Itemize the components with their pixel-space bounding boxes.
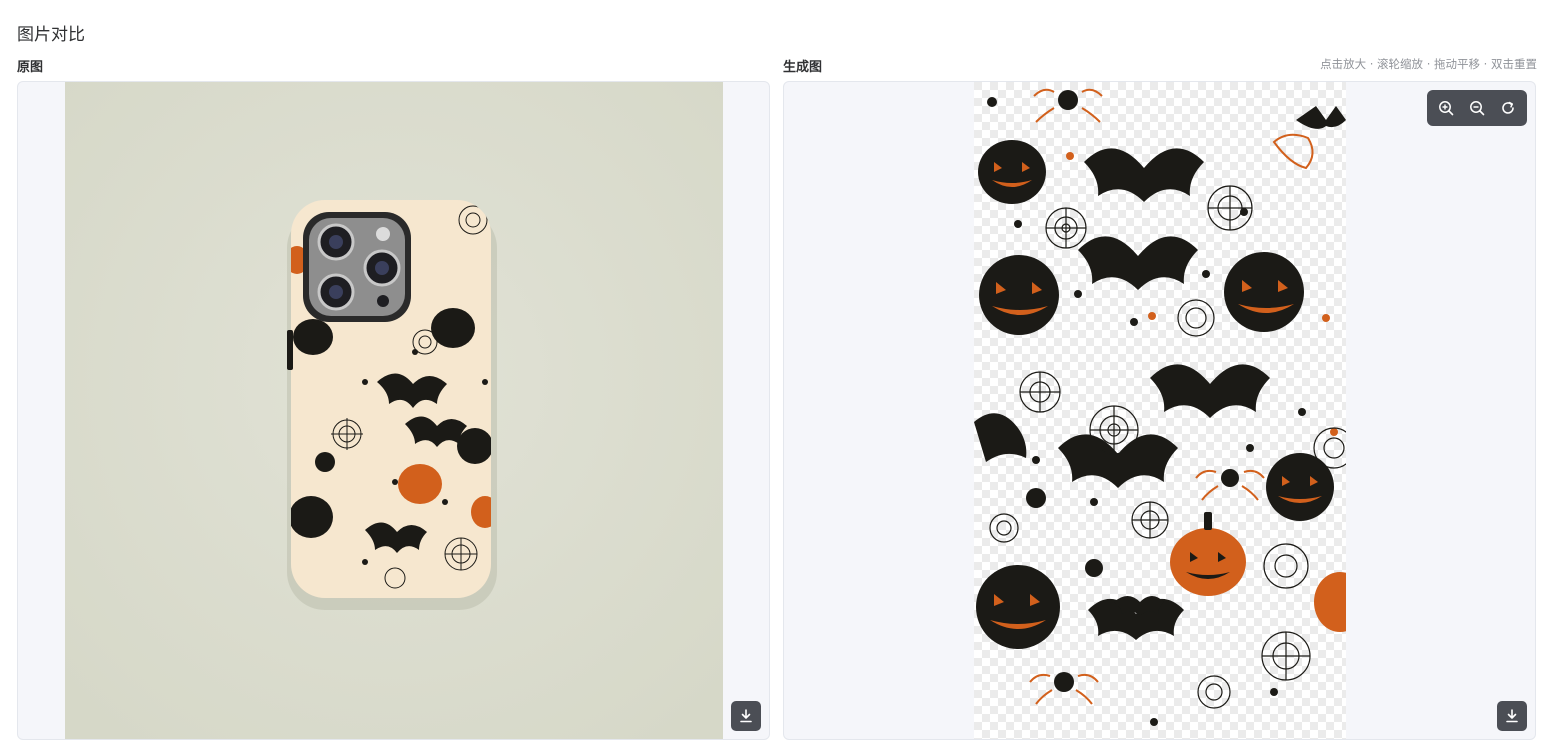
generated-image[interactable] <box>974 82 1366 739</box>
zoom-in-icon <box>1439 101 1454 116</box>
zoom-in-button[interactable] <box>1433 95 1459 121</box>
zoom-toolbar <box>1427 90 1527 126</box>
original-image[interactable] <box>65 82 723 739</box>
generated-image-panel <box>783 81 1536 740</box>
download-generated-button[interactable] <box>1497 701 1527 731</box>
download-icon <box>1506 709 1518 723</box>
generated-pattern <box>974 82 1366 739</box>
original-label: 原图 <box>17 60 44 75</box>
download-original-button[interactable] <box>731 701 761 731</box>
download-icon <box>740 709 752 723</box>
zoom-out-icon <box>1470 101 1485 116</box>
reset-button[interactable] <box>1495 95 1521 121</box>
reset-icon <box>1501 101 1514 114</box>
original-image-panel <box>17 81 770 740</box>
original-photo <box>65 82 723 739</box>
generated-label: 生成图 <box>783 60 823 75</box>
interaction-hint: 点击放大 · 滚轮缩放 · 拖动平移 · 双击重置 <box>1320 57 1537 71</box>
zoom-out-button[interactable] <box>1464 95 1490 121</box>
page-title: 图片对比 <box>17 25 85 45</box>
